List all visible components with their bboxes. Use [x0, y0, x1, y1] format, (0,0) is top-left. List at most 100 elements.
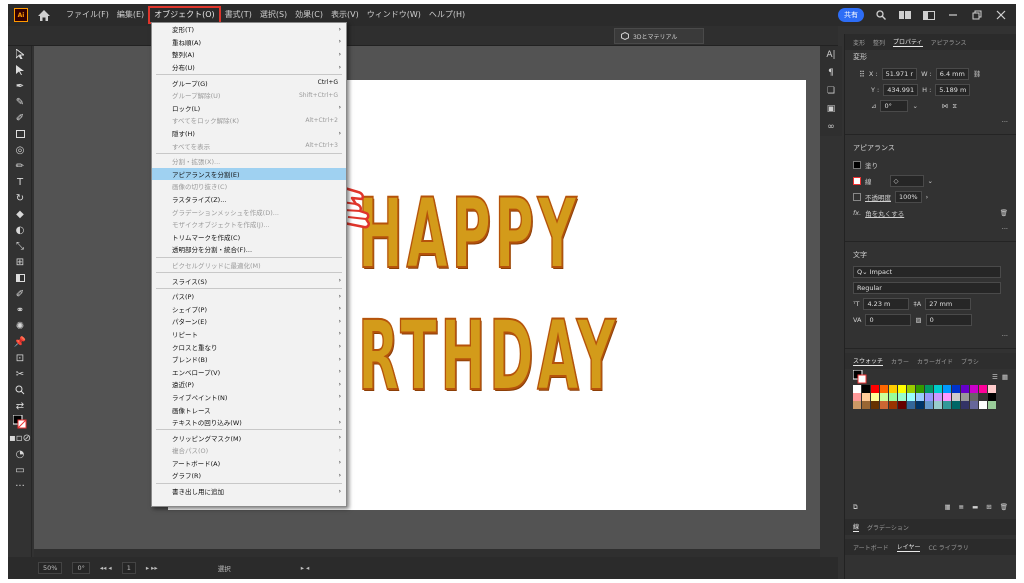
fill-swatch[interactable]	[853, 161, 861, 169]
layers-panel-icon[interactable]: ❏	[820, 82, 842, 100]
stroke-dropdown-icon[interactable]: ⌄	[928, 177, 933, 185]
object-menu-item[interactable]: 整列(A) ›	[152, 48, 346, 61]
color-swatch[interactable]	[952, 393, 960, 401]
color-swatch[interactable]	[853, 393, 861, 401]
object-menu-item[interactable]: エンベロープ(V) ›	[152, 365, 346, 378]
object-menu-item[interactable]: 書き出し用に追加 ›	[152, 485, 346, 498]
color-swatch[interactable]	[871, 385, 879, 393]
character-more-icon[interactable]: ···	[1002, 332, 1008, 340]
color-swatch[interactable]	[952, 401, 960, 409]
delete-swatch-icon[interactable]: 🗑	[1000, 503, 1008, 511]
swatch-library-icon[interactable]: ⧉	[853, 503, 858, 512]
slice-tool-icon[interactable]: ✂	[8, 366, 32, 382]
stroke-swatch[interactable]	[853, 177, 861, 185]
w-field[interactable]: 6.4 mm	[935, 68, 969, 80]
y-field[interactable]: 434.991	[883, 84, 919, 96]
angle-field[interactable]: 0°	[880, 100, 909, 112]
object-menu-item[interactable]: スライス(S) ›	[152, 274, 346, 287]
artwork-line-2[interactable]: RTHDAY	[357, 299, 619, 413]
new-group-icon[interactable]: ▦	[945, 503, 951, 511]
arrange-icon[interactable]	[922, 9, 936, 21]
color-swatch[interactable]	[916, 385, 924, 393]
color-swatch[interactable]	[916, 401, 924, 409]
grid-view-icon[interactable]: ▦	[1002, 373, 1008, 381]
color-swatch[interactable]	[943, 393, 951, 401]
panel-tab[interactable]: 整列	[873, 38, 885, 47]
artboard-tool-icon[interactable]: ⊡	[8, 350, 32, 366]
color-swatch[interactable]	[916, 393, 924, 401]
type-tool-icon[interactable]: T	[8, 174, 32, 190]
color-swatch[interactable]	[934, 393, 942, 401]
color-swatch[interactable]	[979, 401, 987, 409]
color-mode-icon[interactable]: ▪▫⊘	[8, 430, 32, 446]
object-menu-item[interactable]: 重ね順(A) ›	[152, 36, 346, 49]
color-swatch[interactable]	[988, 393, 996, 401]
color-swatch[interactable]	[862, 401, 870, 409]
panel-tab[interactable]: スウォッチ	[853, 356, 884, 366]
opacity-arrow-icon[interactable]: ›	[926, 193, 929, 201]
object-menu-item[interactable]: 分布(U) ›	[152, 61, 346, 74]
selection-tool-icon[interactable]	[8, 46, 32, 62]
color-swatch[interactable]	[961, 385, 969, 393]
color-swatch[interactable]	[961, 401, 969, 409]
panel-tab[interactable]: CC ライブラリ	[928, 543, 968, 552]
share-button[interactable]: 共有	[838, 8, 864, 22]
tracking-field[interactable]: 0	[925, 314, 972, 326]
panel-tab[interactable]: レイヤー	[896, 542, 921, 552]
panel-tab[interactable]: アピアランス	[931, 38, 967, 47]
color-swatch[interactable]	[907, 385, 915, 393]
status-arrow-icon[interactable]: ▸ ◂	[301, 564, 310, 572]
font-family-select[interactable]: Q⌄ Impact	[853, 266, 1001, 278]
workspace-icon[interactable]	[898, 9, 912, 21]
swatch-options-icon[interactable]: ≣	[959, 503, 964, 511]
color-swatch[interactable]	[889, 393, 897, 401]
object-menu-item[interactable]: テキストの回り込み(W) ›	[152, 416, 346, 429]
home-icon[interactable]	[38, 9, 50, 21]
stroke-weight-field[interactable]: ◇	[889, 175, 924, 187]
color-swatch[interactable]	[889, 385, 897, 393]
flip-horizontal-icon[interactable]: ⋈	[942, 102, 949, 110]
menu-7[interactable]: ウィンドウ(W)	[363, 8, 425, 22]
color-swatch[interactable]	[934, 385, 942, 393]
color-swatch[interactable]	[979, 385, 987, 393]
paintbrush-tool-icon[interactable]: ✐	[8, 110, 32, 126]
panel-tab[interactable]: カラーガイド	[917, 357, 953, 366]
panel-tab[interactable]: ブラシ	[961, 357, 979, 366]
object-menu-item[interactable]: パターン(E) ›	[152, 315, 346, 328]
font-size-field[interactable]: 4.23 m	[863, 298, 910, 310]
paragraph-panel-icon[interactable]: ¶	[820, 64, 842, 82]
object-menu-item[interactable]: ブレンド(B) ›	[152, 353, 346, 366]
blend-tool-icon[interactable]: ⚭	[8, 302, 32, 318]
color-swatch[interactable]	[898, 393, 906, 401]
object-menu-item[interactable]: 透明部分を分割・統合(F)...	[152, 243, 346, 256]
object-menu-item[interactable]: クリッピングマスク(M) ›	[152, 431, 346, 444]
rotate-field[interactable]: 0°	[72, 562, 90, 574]
more-options-icon[interactable]: ···	[1002, 118, 1008, 126]
warp-tool-icon[interactable]: ◐	[8, 222, 32, 238]
horizontal-scrollbar[interactable]	[34, 549, 820, 557]
swap-colors-icon[interactable]: ⇄	[8, 398, 32, 414]
object-menu-item[interactable]: グループ(G) Ctrl+G	[152, 76, 346, 89]
list-view-icon[interactable]: ☰	[992, 373, 998, 381]
close-icon[interactable]	[994, 9, 1008, 21]
object-menu-item[interactable]: 変形(T) ›	[152, 23, 346, 36]
more-tools-icon[interactable]: ···	[8, 478, 32, 494]
color-swatch[interactable]	[961, 393, 969, 401]
links-panel-icon[interactable]: ∞	[820, 118, 842, 136]
object-menu-item[interactable]: クロスと重なり ›	[152, 340, 346, 353]
panel-tab[interactable]: グラデーション	[867, 523, 909, 532]
panel-tab[interactable]: プロパティ	[893, 37, 923, 47]
object-menu-item[interactable]: シェイプ(P) ›	[152, 302, 346, 315]
color-swatch[interactable]	[988, 401, 996, 409]
object-menu-item[interactable]: アピアランスを分割(E)	[152, 167, 346, 181]
pin-tool-icon[interactable]: 📌	[8, 334, 32, 350]
curvature-tool-icon[interactable]: ✎	[8, 94, 32, 110]
zoom-tool-icon[interactable]	[8, 382, 32, 398]
color-swatch[interactable]	[898, 385, 906, 393]
menu-0[interactable]: ファイル(F)	[62, 8, 113, 22]
search-icon[interactable]	[874, 9, 888, 21]
opacity-label[interactable]: 不透明度	[865, 192, 891, 202]
color-swatch[interactable]	[925, 393, 933, 401]
free-transform-tool-icon[interactable]: ⊞	[8, 254, 32, 270]
3d-materials-button[interactable]: 3Dとマテリアル	[614, 28, 704, 44]
